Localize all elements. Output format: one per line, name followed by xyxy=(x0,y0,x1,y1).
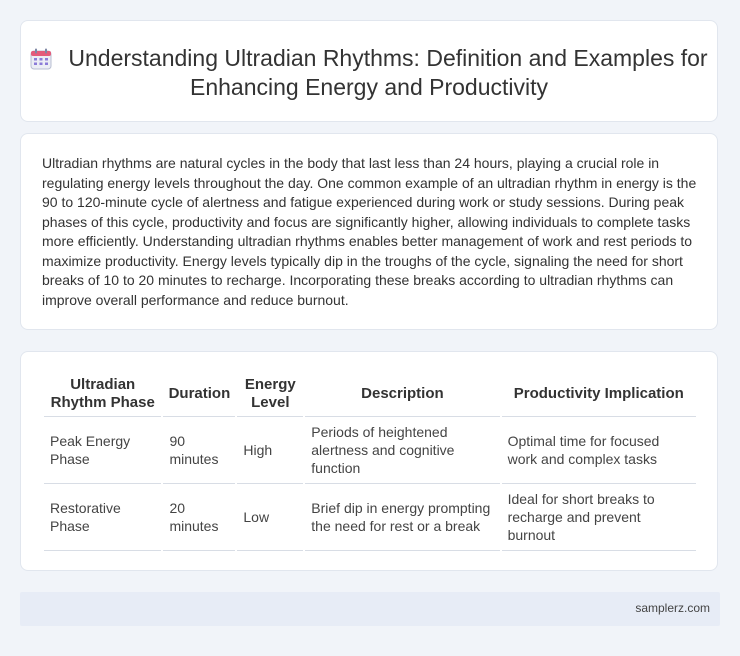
footer-site-link[interactable]: samplerz.com xyxy=(635,601,710,615)
rhythm-table: Ultradian Rhythm Phase Duration Energy L… xyxy=(42,370,698,551)
table-cell: Peak Energy Phase xyxy=(44,417,162,484)
column-header-productivity-implication: Productivity Implication xyxy=(501,370,696,417)
column-header-phase: Ultradian Rhythm Phase xyxy=(44,370,162,417)
table-cell: Brief dip in energy prompting the need f… xyxy=(305,484,500,551)
table-row: Restorative Phase 20 minutes Low Brief d… xyxy=(44,484,696,551)
table-cell: 90 minutes xyxy=(163,417,236,484)
column-header-energy-level: Energy Level xyxy=(237,370,304,417)
page-title: Understanding Ultradian Rhythms: Definit… xyxy=(21,21,717,102)
column-header-description: Description xyxy=(305,370,500,417)
table-cell: Optimal time for focused work and comple… xyxy=(501,417,696,484)
table-cell: Restorative Phase xyxy=(44,484,162,551)
column-header-duration: Duration xyxy=(163,370,236,417)
page-title-text: Understanding Ultradian Rhythms: Definit… xyxy=(68,45,708,100)
table-header-row: Ultradian Rhythm Phase Duration Energy L… xyxy=(44,370,696,417)
table-cell: High xyxy=(237,417,304,484)
intro-paragraph: Ultradian rhythms are natural cycles in … xyxy=(42,155,697,308)
table-cell: Low xyxy=(237,484,304,551)
table-card: Ultradian Rhythm Phase Duration Energy L… xyxy=(20,351,718,571)
title-card: Understanding Ultradian Rhythms: Definit… xyxy=(20,20,718,122)
table-cell: Ideal for short breaks to recharge and p… xyxy=(501,484,696,551)
table-cell: 20 minutes xyxy=(163,484,236,551)
calendar-icon xyxy=(30,48,52,70)
intro-card: Ultradian rhythms are natural cycles in … xyxy=(20,133,718,330)
table-row: Peak Energy Phase 90 minutes High Period… xyxy=(44,417,696,484)
footer-bar: samplerz.com xyxy=(20,592,720,626)
table-cell: Periods of heightened alertness and cogn… xyxy=(305,417,500,484)
